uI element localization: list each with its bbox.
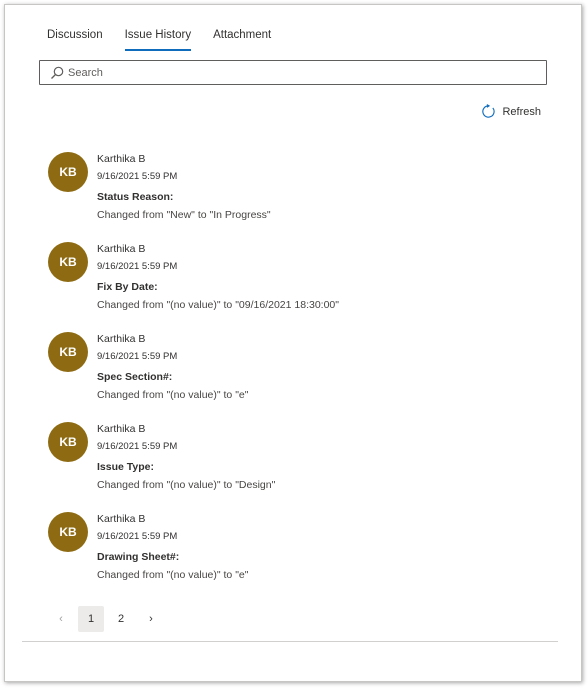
page-1-button[interactable]: 1 xyxy=(78,606,104,632)
timestamp: 9/16/2021 5:59 PM xyxy=(97,441,178,452)
avatar: KB xyxy=(48,242,88,282)
author-name: Karthika B xyxy=(97,333,146,345)
change-description: Changed from "(no value)" to "09/16/2021… xyxy=(97,299,339,311)
pagination: ‹ 1 2 › xyxy=(48,606,168,632)
author-name: Karthika B xyxy=(97,153,146,165)
tab-issue-history[interactable]: Issue History xyxy=(124,27,192,51)
changed-field: Fix By Date: xyxy=(97,281,158,293)
prev-page-button[interactable]: ‹ xyxy=(48,606,74,632)
avatar: KB xyxy=(48,332,88,372)
history-entry: KB Karthika B 9/16/2021 5:59 PM Spec Sec… xyxy=(48,332,528,422)
history-feed: KB Karthika B 9/16/2021 5:59 PM Status R… xyxy=(48,152,528,602)
timestamp: 9/16/2021 5:59 PM xyxy=(97,531,178,542)
avatar: KB xyxy=(48,152,88,192)
change-description: Changed from "(no value)" to "e" xyxy=(97,389,249,401)
tab-attachment[interactable]: Attachment xyxy=(213,27,271,51)
refresh-label: Refresh xyxy=(502,105,541,118)
search-input[interactable] xyxy=(68,66,538,79)
history-entry: KB Karthika B 9/16/2021 5:59 PM Issue Ty… xyxy=(48,422,528,512)
changed-field: Spec Section#: xyxy=(97,371,173,383)
history-entry: KB Karthika B 9/16/2021 5:59 PM Status R… xyxy=(48,152,528,242)
footer-divider xyxy=(22,641,558,642)
change-description: Changed from "(no value)" to "Design" xyxy=(97,479,276,491)
next-page-button[interactable]: › xyxy=(138,606,164,632)
tab-bar: Discussion Issue History Attachment xyxy=(47,27,293,51)
change-description: Changed from "New" to "In Progress" xyxy=(97,209,271,221)
changed-field: Drawing Sheet#: xyxy=(97,551,180,563)
changed-field: Status Reason: xyxy=(97,191,174,203)
changed-field: Issue Type: xyxy=(97,461,154,473)
author-name: Karthika B xyxy=(97,243,146,255)
change-description: Changed from "(no value)" to "e" xyxy=(97,569,249,581)
timestamp: 9/16/2021 5:59 PM xyxy=(97,261,178,272)
timestamp: 9/16/2021 5:59 PM xyxy=(97,351,178,362)
page-2-button[interactable]: 2 xyxy=(108,606,134,632)
refresh-icon xyxy=(482,104,496,118)
history-entry: KB Karthika B 9/16/2021 5:59 PM Fix By D… xyxy=(48,242,528,332)
author-name: Karthika B xyxy=(97,423,146,435)
issue-panel: Discussion Issue History Attachment Refr… xyxy=(4,4,582,682)
refresh-button[interactable]: Refresh xyxy=(481,104,541,119)
search-icon xyxy=(51,66,64,79)
history-entry: KB Karthika B 9/16/2021 5:59 PM Drawing … xyxy=(48,512,528,602)
avatar: KB xyxy=(48,422,88,462)
tab-discussion[interactable]: Discussion xyxy=(47,27,103,51)
timestamp: 9/16/2021 5:59 PM xyxy=(97,171,178,182)
avatar: KB xyxy=(48,512,88,552)
author-name: Karthika B xyxy=(97,513,146,525)
search-box[interactable] xyxy=(39,60,547,85)
